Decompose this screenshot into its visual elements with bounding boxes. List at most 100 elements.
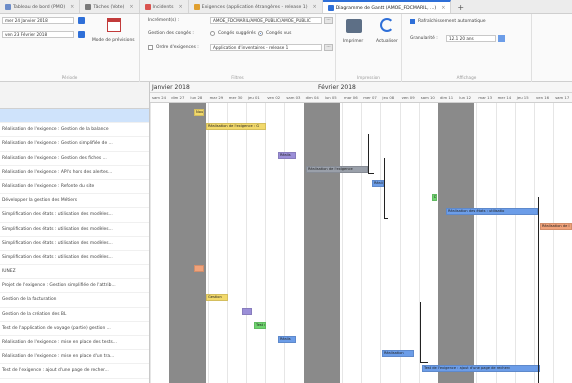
sort-browse-button[interactable]: ... xyxy=(324,44,333,51)
task-row[interactable]: Développer la gestion des Métiers xyxy=(0,194,149,209)
gantt-day-label: mer 14 xyxy=(497,95,512,100)
sort-checkbox[interactable] xyxy=(148,45,153,50)
sort-field[interactable]: Application d'inventaires - release 1 xyxy=(210,44,322,51)
task-list-rows: Réalisation de l'exigence : Gestion de l… xyxy=(0,109,149,379)
gantt-chart: Janvier 2018 Février 2018 sam 24 dim 27 lun… xyxy=(150,82,572,383)
gantt-bar[interactable]: Gestion xyxy=(206,293,228,301)
task-row[interactable]: Réalisation de l'exigence : API's hors d… xyxy=(0,166,149,180)
gantt-bar[interactable] xyxy=(194,265,204,273)
printer-icon[interactable] xyxy=(346,19,362,33)
gantt-day-label: sam 24 xyxy=(152,95,167,100)
ribbon: mer 24 Janvier 2018 ven 23 Février 2018 … xyxy=(0,14,572,82)
gantt-bar[interactable]: Réalisation des états : utilisatio xyxy=(446,208,538,216)
weekend-column xyxy=(169,103,206,383)
task-row[interactable]: IUNEZ xyxy=(0,265,149,280)
tab-4[interactable]: Diagramme de Gantt (AMOE_FDCMARIL, ...) × xyxy=(322,0,452,13)
calendar-from-icon[interactable] xyxy=(78,17,85,24)
tab-3[interactable]: Exigences (application étrangères - rele… xyxy=(189,0,323,13)
gantt-gridline xyxy=(495,103,497,383)
tab-label: Tableau de bord (PMO) xyxy=(13,4,66,10)
weekend-column xyxy=(438,103,475,383)
task-row[interactable] xyxy=(0,109,149,124)
gantt-day-label: mar 06 xyxy=(344,95,358,100)
gantt-bar[interactable]: Test de l'exigence : ajout d'une page de… xyxy=(422,364,540,372)
task-row[interactable]: Réalisation de l'exigence : Gestion simp… xyxy=(0,137,149,152)
task-row[interactable]: Simplification des états : utilisation d… xyxy=(0,223,149,237)
dependency-link xyxy=(420,302,421,362)
gantt-bar[interactable]: Réalisation de l'exigence xyxy=(306,165,368,173)
recent-label[interactable]: Mode de prévisions xyxy=(92,38,135,43)
gantt-gridline xyxy=(476,103,478,383)
new-tab-icon[interactable]: + xyxy=(451,0,470,13)
task-row[interactable]: Projet de l'exigence : Gestion simplifié… xyxy=(0,279,149,294)
gantt-day-label: jeu 01 xyxy=(248,95,260,100)
close-icon[interactable]: × xyxy=(129,4,133,10)
task-row[interactable]: Réalisation de l'exigence : mise en plac… xyxy=(0,336,149,351)
increment-field[interactable]: AMOE_FDCMARIL/AMOE_PUBLIC/AMOE_PUBLIC xyxy=(210,17,322,24)
gantt-bar[interactable]: Réalis xyxy=(372,180,384,187)
period-group-label: Période xyxy=(61,75,78,80)
gantt-bar[interactable]: Réalisation de l'exigence : G xyxy=(206,123,266,131)
gantt-bar[interactable]: Test de l xyxy=(254,322,266,329)
recent-calendar-icon[interactable] xyxy=(107,18,121,32)
date-from-field[interactable]: mer 24 Janvier 2018 xyxy=(2,17,74,24)
gantt-gridline xyxy=(534,103,535,383)
weekend-column xyxy=(303,103,340,383)
refresh-icon[interactable] xyxy=(380,18,394,32)
auto-refresh-checkbox[interactable] xyxy=(410,19,415,24)
tab-1[interactable]: Tâches (Vote) × xyxy=(80,0,140,13)
close-icon[interactable]: × xyxy=(178,4,182,10)
task-row[interactable]: Réalisation de l'exigence : Gestion des … xyxy=(0,152,149,166)
filters-group-label: Filtres xyxy=(231,75,244,80)
close-icon[interactable]: × xyxy=(441,5,445,11)
gantt-day-label: mer 30 xyxy=(228,95,243,100)
close-icon[interactable]: × xyxy=(313,4,317,10)
gantt-bar[interactable] xyxy=(242,307,252,315)
task-row[interactable]: Simplification des états : utilisation d… xyxy=(0,251,149,266)
leave-management-label: Gestion des congés : xyxy=(148,31,194,36)
close-icon[interactable]: × xyxy=(70,4,74,10)
suggested-leave-radio[interactable] xyxy=(210,31,215,36)
gantt-bar[interactable]: Réalis xyxy=(278,336,296,344)
calendar-to-icon[interactable] xyxy=(78,31,85,38)
task-row[interactable]: Gestion de la création des BL xyxy=(0,308,149,322)
tab-0[interactable]: Tableau de bord (PMO) × xyxy=(0,0,81,13)
ribbon-group-print: Imprimer Actualiser Impression xyxy=(336,14,402,82)
gantt-day-label: mar 29 xyxy=(209,95,224,100)
gantt-gridline xyxy=(226,103,228,383)
gantt-bar[interactable]: Dév xyxy=(432,194,437,202)
gantt-bar[interactable]: Nou xyxy=(194,109,204,116)
gantt-day-label: dim 11 xyxy=(440,95,454,100)
tab-2[interactable]: Incidents × xyxy=(140,0,189,13)
gantt-day-label: mer 07 xyxy=(363,95,377,100)
task-row[interactable]: Gestion de la facturation xyxy=(0,293,149,308)
increment-browse-button[interactable]: ... xyxy=(324,17,333,24)
gantt-bar[interactable]: Réalisation xyxy=(382,350,414,358)
task-row[interactable]: Réalisation de l'exigence : Gestion de l… xyxy=(0,123,149,138)
validated-leave-radio[interactable] xyxy=(258,31,263,36)
gantt-day-label: lun 12 xyxy=(459,95,472,100)
tab-label: Incidents xyxy=(152,4,174,10)
granularity-spin-icon[interactable] xyxy=(498,35,505,42)
date-to-field[interactable]: ven 23 Février 2018 xyxy=(2,31,74,38)
suggested-leave-label: Congés suggérés xyxy=(218,31,256,36)
print-label[interactable]: Imprimer xyxy=(343,39,363,44)
sort-label: Ordre d'exigences : xyxy=(156,45,199,50)
task-row[interactable]: Réalisation de l'exigence : Refonte du s… xyxy=(0,180,149,195)
print-group-label: Impression xyxy=(357,75,380,80)
gantt-gridline xyxy=(246,103,247,383)
gantt-gridline xyxy=(150,103,151,383)
gantt-bar[interactable]: Réalis xyxy=(278,151,296,159)
task-row[interactable]: Réalisation de l'exigence : mise en plac… xyxy=(0,350,149,365)
task-row[interactable]: Simplification des états : utilisation d… xyxy=(0,208,149,223)
refresh-label[interactable]: Actualiser xyxy=(376,39,398,44)
task-row[interactable]: Simplification des états : utilisation d… xyxy=(0,237,149,251)
task-row[interactable]: Test de l'exigence : ajout d'une page de… xyxy=(0,364,149,379)
gantt-day-label: sam 03 xyxy=(286,95,301,100)
task-row[interactable]: Test de l'application de voyage (partie)… xyxy=(0,322,149,336)
gantt-bar[interactable]: Réalisation de l xyxy=(540,222,572,230)
gantt-gridline xyxy=(399,103,401,383)
dependency-link xyxy=(368,134,369,174)
granularity-field[interactable]: 12.1 20 ans xyxy=(446,35,496,42)
gantt-day-label: mar 13 xyxy=(478,95,493,100)
